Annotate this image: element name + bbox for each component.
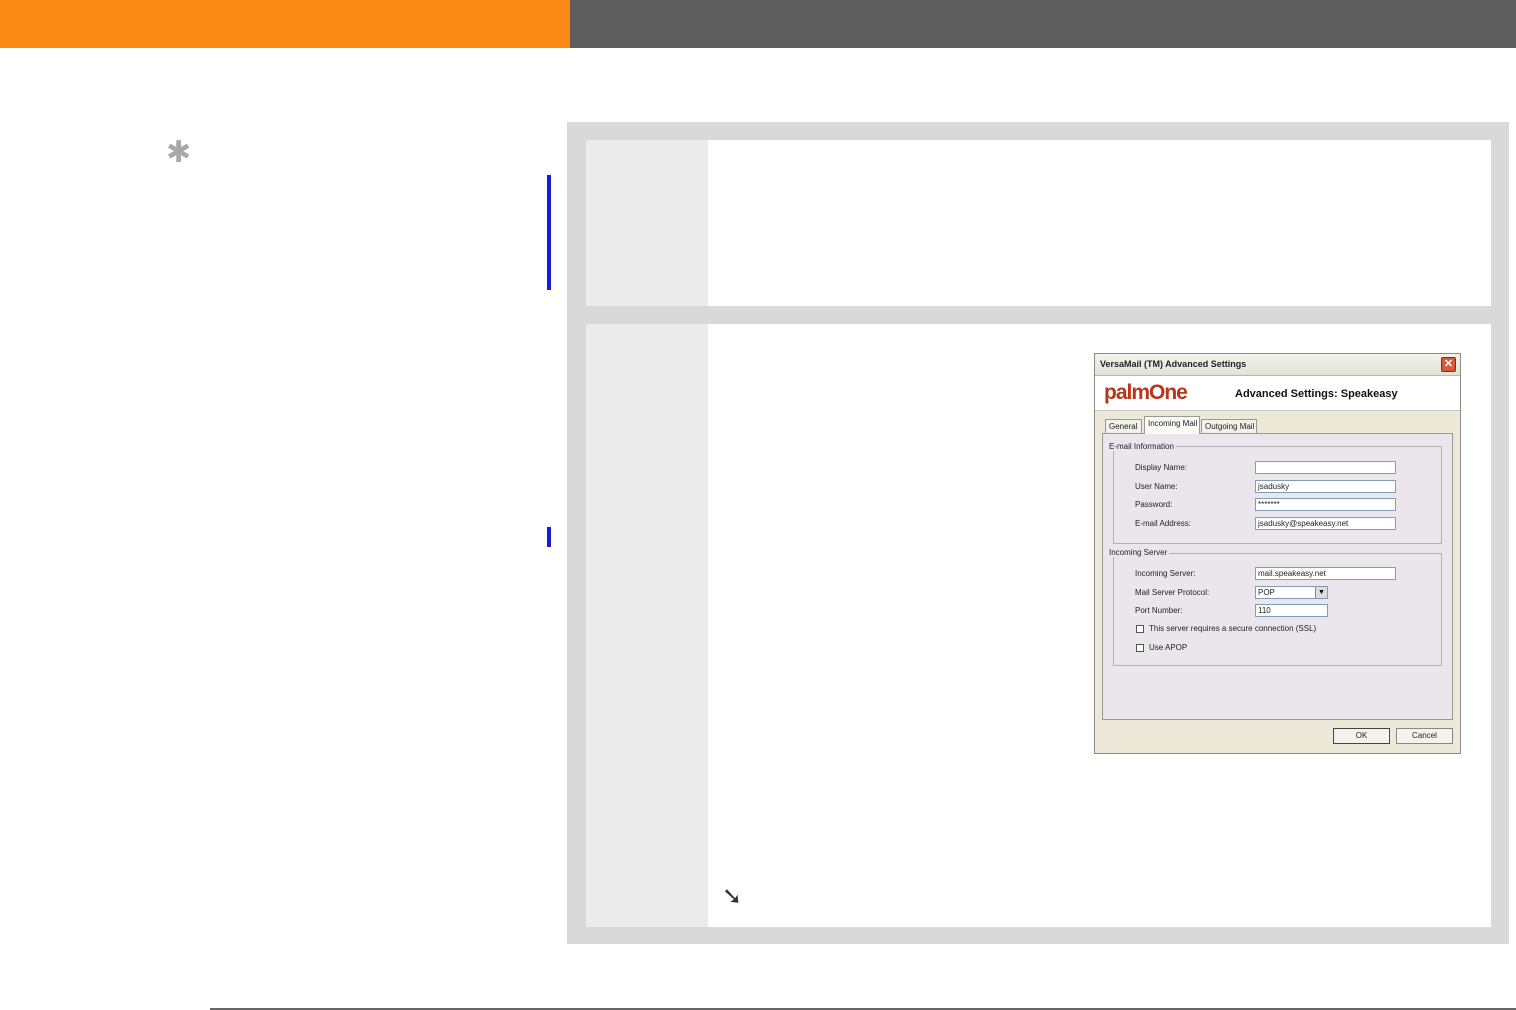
asterisk-icon: ✱ bbox=[166, 135, 192, 170]
close-icon[interactable]: ✕ bbox=[1441, 357, 1456, 372]
step-1-content bbox=[708, 140, 1491, 306]
email-information-legend: E-mail Information bbox=[1107, 442, 1176, 451]
ok-button[interactable]: OK bbox=[1333, 728, 1390, 744]
header-bar-gray bbox=[570, 0, 1516, 48]
dialog-titlebar: VersaMail (TM) Advanced Settings ✕ bbox=[1095, 354, 1460, 376]
incoming-server-label: Incoming Server: bbox=[1135, 569, 1196, 578]
email-address-field[interactable]: jsadusky@speakeasy.net bbox=[1255, 517, 1396, 530]
change-bar bbox=[547, 175, 551, 290]
protocol-select[interactable]: POP ▼ bbox=[1255, 586, 1328, 599]
header-bar-orange bbox=[0, 0, 570, 48]
arrow-down-right-icon[interactable]: ➘ bbox=[722, 884, 742, 908]
chevron-down-icon[interactable]: ▼ bbox=[1315, 587, 1327, 598]
tab-general[interactable]: General bbox=[1105, 419, 1142, 434]
tab-outgoing-mail[interactable]: Outgoing Mail bbox=[1201, 419, 1257, 434]
incoming-server-legend: Incoming Server bbox=[1107, 548, 1170, 557]
dialog-title: VersaMail (TM) Advanced Settings bbox=[1100, 359, 1247, 369]
apop-checkbox[interactable] bbox=[1136, 644, 1144, 652]
advanced-settings-dialog: VersaMail (TM) Advanced Settings ✕ palmO… bbox=[1094, 353, 1461, 754]
email-address-label: E-mail Address: bbox=[1135, 519, 1192, 528]
ssl-checkbox[interactable] bbox=[1136, 625, 1144, 633]
dialog-header: palmOne Advanced Settings: Speakeasy bbox=[1095, 376, 1460, 411]
protocol-label: Mail Server Protocol: bbox=[1135, 588, 1210, 597]
display-name-label: Display Name: bbox=[1135, 463, 1188, 472]
port-number-label: Port Number: bbox=[1135, 606, 1183, 615]
cancel-button[interactable]: Cancel bbox=[1396, 728, 1453, 744]
display-name-field[interactable] bbox=[1255, 461, 1396, 474]
ssl-label: This server requires a secure connection… bbox=[1149, 624, 1317, 633]
step-1-number-cell bbox=[586, 140, 708, 306]
protocol-value: POP bbox=[1258, 588, 1275, 597]
apop-label: Use APOP bbox=[1149, 643, 1188, 652]
password-label: Password: bbox=[1135, 500, 1173, 509]
tab-incoming-mail[interactable]: Incoming Mail bbox=[1144, 416, 1200, 434]
dialog-heading: Advanced Settings: Speakeasy bbox=[1235, 388, 1398, 400]
step-2-number-cell bbox=[586, 324, 708, 927]
palmone-logo: palmOne bbox=[1104, 381, 1188, 404]
port-number-field[interactable]: 110 bbox=[1255, 604, 1328, 617]
password-field[interactable]: ******* bbox=[1255, 498, 1396, 511]
incoming-server-field[interactable]: mail.speakeasy.net bbox=[1255, 567, 1396, 580]
user-name-label: User Name: bbox=[1135, 482, 1178, 491]
user-name-field[interactable]: jsadusky bbox=[1255, 480, 1396, 493]
change-bar bbox=[547, 527, 551, 547]
